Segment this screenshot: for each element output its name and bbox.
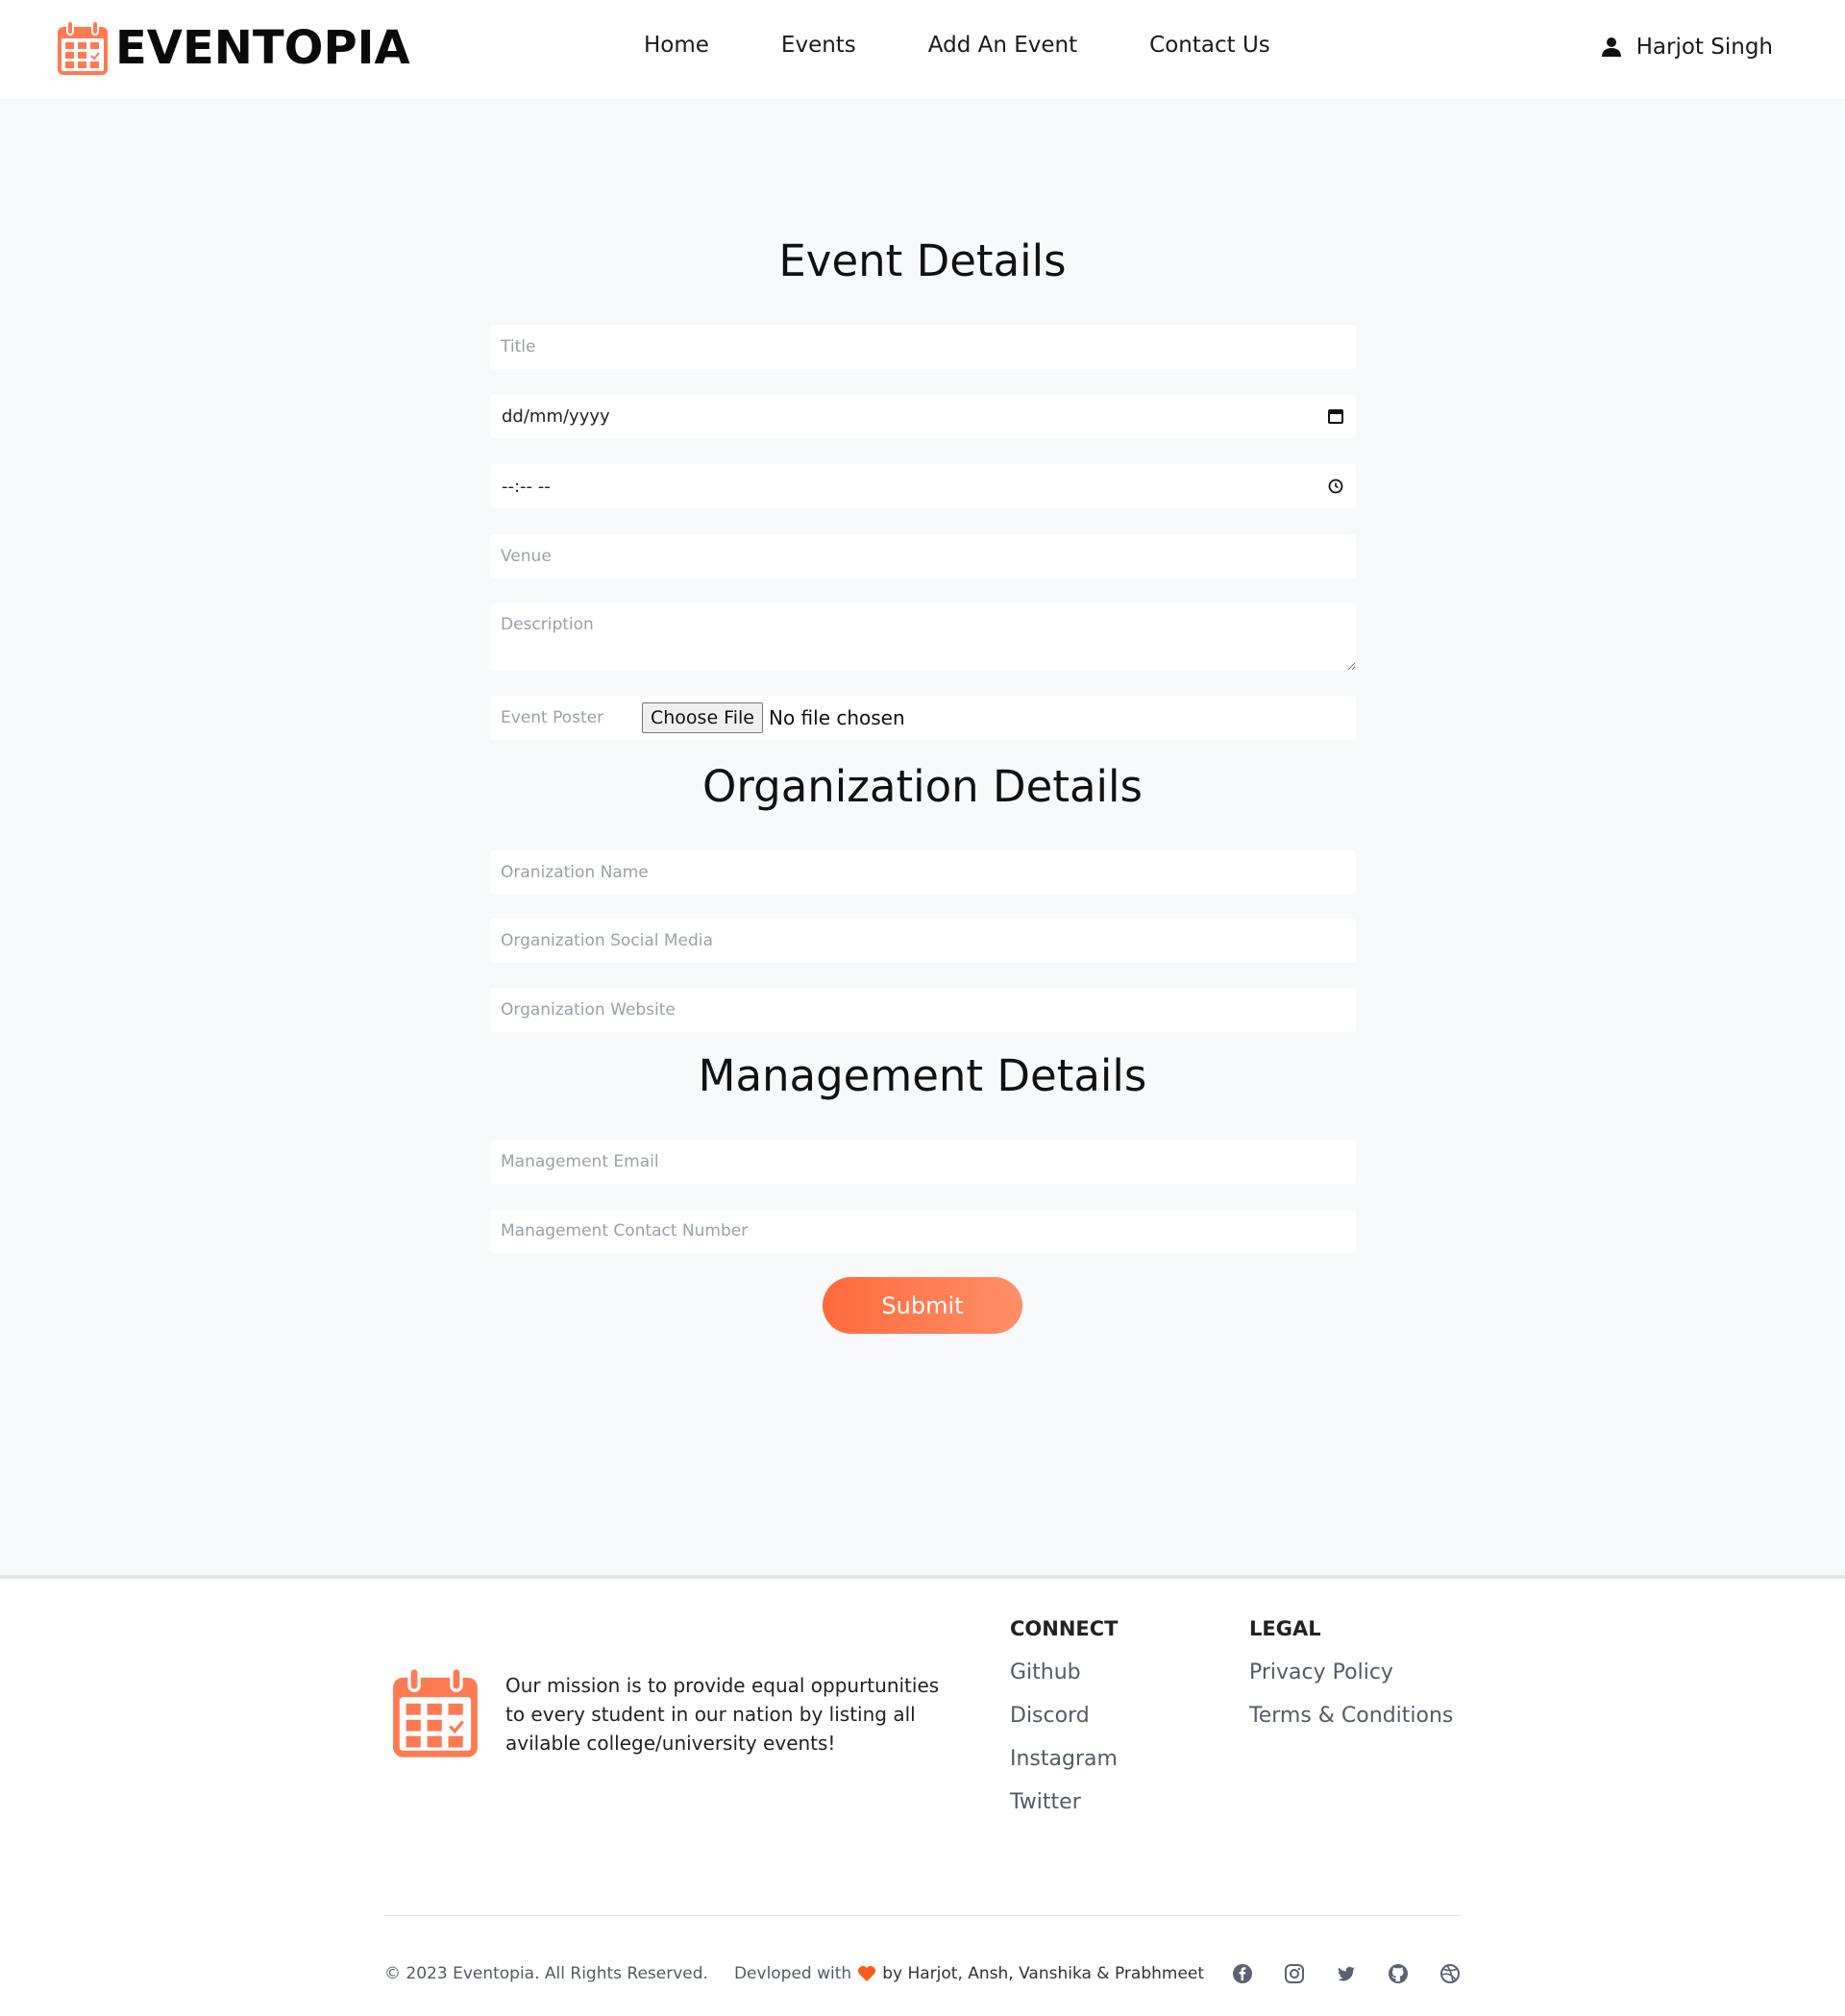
brand-logo[interactable]: EVENTOPIA: [56, 19, 410, 77]
link-discord[interactable]: Discord: [1010, 1704, 1119, 1728]
twitter-icon[interactable]: [1336, 1963, 1357, 1984]
site-header: EVENTOPIA Home Events Add An Event Conta…: [0, 0, 1845, 99]
date-placeholder: dd/mm/yyyy: [502, 406, 610, 427]
management-details-title: Management Details: [698, 1050, 1147, 1101]
user-icon: [1601, 37, 1621, 57]
user-menu[interactable]: Harjot Singh: [1600, 35, 1773, 60]
connect-column: CONNECT Github Discord Instagram Twitter: [1010, 1617, 1119, 1833]
link-terms[interactable]: Terms & Conditions: [1249, 1704, 1453, 1728]
choose-file-button[interactable]: Choose File: [642, 702, 763, 733]
management-email-input[interactable]: [490, 1140, 1356, 1184]
submit-button[interactable]: Submit: [823, 1277, 1022, 1334]
event-details-title: Event Details: [778, 235, 1067, 286]
time-placeholder: --:-- --: [502, 476, 551, 497]
link-twitter[interactable]: Twitter: [1010, 1790, 1119, 1814]
date-input[interactable]: dd/mm/yyyy: [490, 394, 1356, 438]
user-name: Harjot Singh: [1636, 35, 1773, 60]
add-event-form: Event Details dd/mm/yyyy --:-- -- Event …: [0, 99, 1845, 1575]
brand-name: EVENTOPIA: [115, 21, 410, 75]
organization-name-input[interactable]: [490, 850, 1356, 895]
footer-divider: [384, 1915, 1461, 1916]
footer-bottom-bar: © 2023 Eventopia. All Rights Reserved. D…: [384, 1963, 1461, 1984]
developer-names: by Harjot, Ansh, Vanshika & Prabhmeet: [882, 1964, 1205, 1983]
calendar-footer-icon: [393, 1666, 478, 1758]
copyright: © 2023 Eventopia. All Rights Reserved.: [384, 1964, 708, 1983]
social-icons: [1232, 1963, 1461, 1984]
nav-contact[interactable]: Contact Us: [1149, 33, 1270, 58]
link-privacy-policy[interactable]: Privacy Policy: [1249, 1660, 1453, 1684]
link-instagram[interactable]: Instagram: [1010, 1747, 1119, 1771]
title-input[interactable]: [490, 325, 1356, 369]
calendar-picker-icon[interactable]: [1327, 407, 1344, 425]
calendar-logo-icon: [58, 20, 108, 75]
dribbble-icon[interactable]: [1439, 1963, 1461, 1984]
organization-details-title: Organization Details: [702, 761, 1143, 812]
site-footer: Our mission is to provide equal oppurtun…: [0, 1575, 1845, 2016]
developed-prefix: Devloped with: [733, 1964, 852, 1983]
organization-website-input[interactable]: [490, 988, 1356, 1032]
nav-events[interactable]: Events: [781, 33, 856, 58]
description-textarea[interactable]: [490, 603, 1356, 671]
nav-add-event[interactable]: Add An Event: [928, 33, 1077, 58]
github-icon[interactable]: [1388, 1963, 1409, 1984]
legal-heading: LEGAL: [1249, 1617, 1321, 1640]
connect-heading: CONNECT: [1010, 1617, 1119, 1640]
organization-social-input[interactable]: [490, 919, 1356, 963]
developer-credit: Devloped with by Harjot, Ansh, Vanshika …: [734, 1964, 1204, 1983]
venue-input[interactable]: [490, 534, 1356, 578]
file-status: No file chosen: [768, 706, 905, 729]
main-nav: Home Events Add An Event Contact Us: [644, 33, 1270, 58]
time-input[interactable]: --:-- --: [490, 464, 1356, 508]
management-contact-input[interactable]: [490, 1209, 1356, 1253]
mission-statement: Our mission is to provide equal oppurtun…: [505, 1674, 940, 1755]
instagram-icon[interactable]: [1284, 1963, 1305, 1984]
facebook-icon[interactable]: [1232, 1963, 1253, 1984]
legal-column: LEGAL Privacy Policy Terms & Conditions: [1249, 1617, 1453, 1747]
clock-icon[interactable]: [1327, 478, 1344, 495]
heart-icon: [858, 1966, 876, 1981]
event-poster-field: Event Poster Choose File No file chosen: [490, 696, 1356, 740]
link-github[interactable]: Github: [1010, 1660, 1119, 1684]
event-poster-label: Event Poster: [501, 708, 604, 727]
nav-home[interactable]: Home: [644, 33, 709, 58]
